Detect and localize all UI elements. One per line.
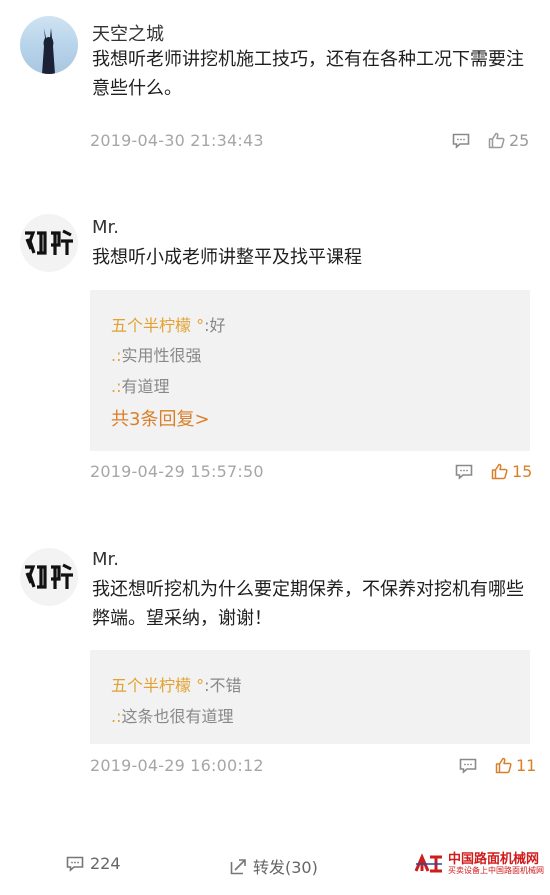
username[interactable]: Mr. [92,549,119,570]
logo-icon [25,563,73,589]
like-count: 25 [509,131,530,150]
reply-text: 这条也很有道理 [121,707,234,726]
comment-icon [66,856,84,872]
timestamp: 2019-04-29 16:00:12 [90,756,264,775]
comment-text: 我想听老师讲挖机施工技巧，还有在各种工况下需要注意些什么。 [92,49,524,99]
thumbs-up-icon [491,463,508,480]
reply-prefix: .: [111,707,122,726]
avatar[interactable] [20,16,78,74]
avatar[interactable] [20,548,78,606]
logo-icon [25,229,73,255]
reply-line: .:实用性很强 [111,342,202,366]
timestamp: 2019-04-29 15:57:50 [90,462,264,481]
username[interactable]: 天空之城 [92,20,164,46]
like-count: 11 [516,756,537,775]
repost-button[interactable]: 转发(30) [230,854,318,878]
like-count: 15 [512,462,533,481]
like-button[interactable]: 15 [491,462,532,481]
like-button[interactable]: 11 [495,756,536,775]
reply-prefix: .: [111,346,122,365]
reply-icon[interactable] [455,464,473,480]
like-button[interactable]: 25 [488,131,529,150]
brand-logo-icon [414,853,442,873]
thumbs-up-icon [495,757,512,774]
reply-text: :不错 [204,676,242,695]
reply-text: 实用性很强 [121,346,202,365]
reply-box: 五个半柠檬 °:好 .:实用性很强 .:有道理 共3条回复> [90,290,530,451]
comment-text: 我还想听挖机为什么要定期保养，不保养对挖机有哪些弊端。望采纳，谢谢！ [92,579,524,629]
more-replies-link[interactable]: 共3条回复> [111,405,210,431]
watermark: 中国路面机械网 买卖设备上中国路面机械网 [414,852,544,876]
reply-text: :好 [204,316,226,335]
reply-line: 五个半柠檬 °:不错 [111,672,242,696]
share-icon [230,858,246,874]
watermark-subtitle: 买卖设备上中国路面机械网 [448,866,544,876]
repost-label: 转发(30) [253,858,318,877]
thumbs-up-icon [488,132,505,149]
reply-author[interactable]: 五个半柠檬 ° [111,316,204,335]
reply-icon[interactable] [452,133,470,149]
person-silhouette-icon [42,28,55,74]
reply-text: 有道理 [121,377,170,396]
username[interactable]: Mr. [92,217,119,238]
reply-icon[interactable] [459,758,477,774]
avatar[interactable] [20,214,78,272]
comment-count-button[interactable]: 224 [66,854,121,873]
reply-line: 五个半柠檬 °:好 [111,312,226,336]
reply-author[interactable]: 五个半柠檬 ° [111,676,204,695]
reply-box: 五个半柠檬 °:不错 .:这条也很有道理 [90,650,530,744]
reply-line: .:有道理 [111,373,170,397]
reply-prefix: .: [111,377,122,396]
timestamp: 2019-04-30 21:34:43 [90,131,264,150]
reply-line: .:这条也很有道理 [111,703,234,727]
comment-count: 224 [90,854,121,873]
bottom-bar: 224 转发(30) 中国路面机械网 买卖设备上中国路面机械网 [0,850,550,880]
comment-text: 我想听小成老师讲整平及找平课程 [92,247,362,268]
